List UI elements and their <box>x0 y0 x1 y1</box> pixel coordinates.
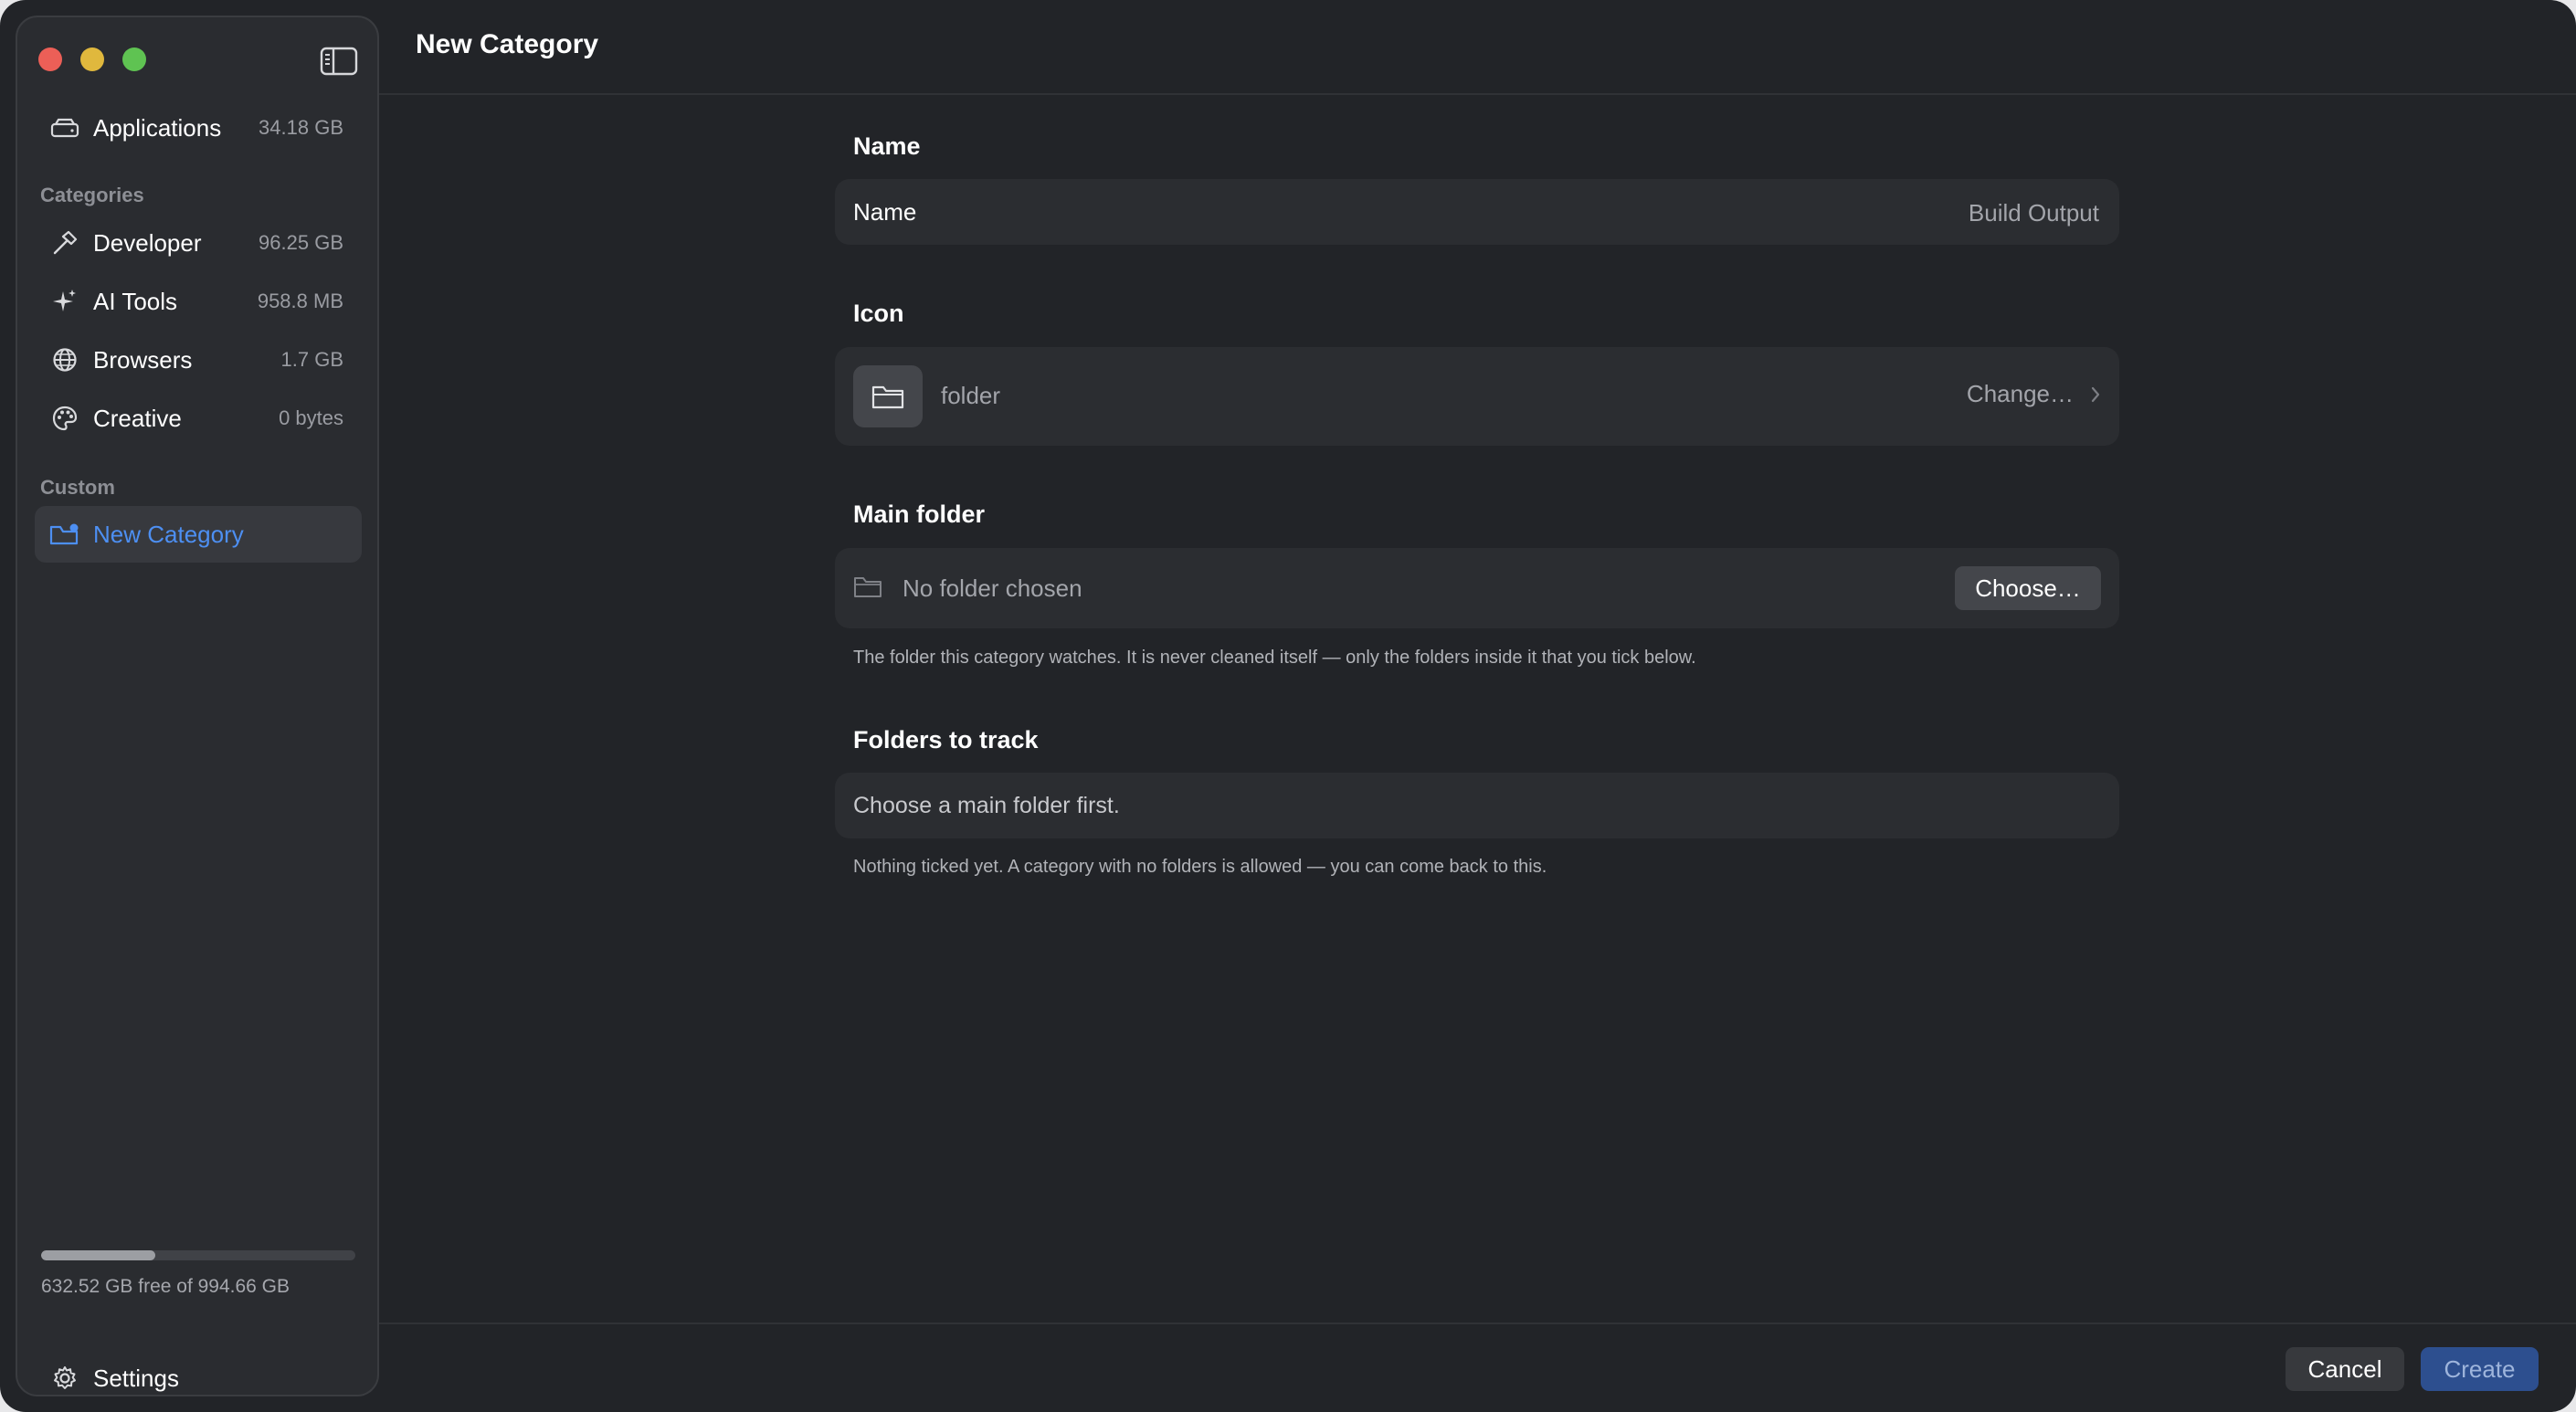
custom-heading: Custom <box>40 476 115 499</box>
main-folder-section-label: Main folder <box>853 501 986 528</box>
palette-icon <box>49 403 80 434</box>
app-window: Applications 34.18 GB Categories Develop… <box>0 0 2576 1412</box>
globe-icon <box>49 344 80 375</box>
sidebar-item-label: Developer <box>93 228 202 257</box>
name-field-label: Name <box>853 198 917 226</box>
sidebar-item-browsers[interactable]: Browsers 1.7 GB <box>35 332 362 388</box>
name-field-card: Name <box>835 179 2119 245</box>
main-folder-value: No folder chosen <box>903 574 1082 602</box>
track-message: Choose a main folder first. <box>853 793 1120 818</box>
change-icon-button[interactable]: Change… <box>1967 380 2101 408</box>
sidebar-item-size: 0 bytes <box>279 406 343 429</box>
change-icon-label: Change… <box>1966 380 2074 407</box>
settings-button[interactable]: Settings <box>35 1353 362 1404</box>
minimize-window-button[interactable] <box>80 47 104 71</box>
chevron-right-icon <box>2091 386 2100 402</box>
sidebar-item-size: 1.7 GB <box>280 348 343 371</box>
main-folder-help: The folder this category watches. It is … <box>853 648 1696 668</box>
drive-icon <box>49 112 80 143</box>
page-title: New Category <box>416 29 599 59</box>
folder-icon <box>854 577 882 597</box>
track-help: Nothing ticked yet. A category with no f… <box>853 857 1547 877</box>
cancel-button[interactable]: Cancel <box>2286 1347 2404 1391</box>
icon-picker-card: folder Change… <box>835 347 2119 446</box>
sidebar-item-label: Browsers <box>93 345 193 374</box>
name-section-label: Name <box>853 132 921 160</box>
folder-icon <box>853 365 923 427</box>
icon-section-label: Icon <box>853 300 904 327</box>
storage-bar <box>41 1250 355 1260</box>
folder-badge-icon <box>49 519 80 550</box>
sidebar-item-applications[interactable]: Applications 34.18 GB <box>35 100 362 156</box>
gear-icon <box>49 1363 80 1394</box>
sidebar-item-size: 96.25 GB <box>259 231 343 254</box>
storage-text: 632.52 GB free of 994.66 GB <box>41 1276 290 1297</box>
sidebar-item-ai-tools[interactable]: AI Tools 958.8 MB <box>35 273 362 330</box>
sidebar-item-label: New Category <box>93 520 244 548</box>
sidebar-item-label: Applications <box>93 113 222 142</box>
folders-to-track-card: Choose a main folder first. <box>835 773 2119 838</box>
sidebar-item-label: Creative <box>93 404 182 432</box>
close-window-button[interactable] <box>38 47 62 71</box>
choose-folder-button[interactable]: Choose… <box>1955 566 2101 610</box>
header-divider <box>379 93 2576 95</box>
sidebar-item-developer[interactable]: Developer 96.25 GB <box>35 215 362 271</box>
maximize-window-button[interactable] <box>122 47 146 71</box>
track-section-label: Folders to track <box>853 726 1039 753</box>
sidebar-item-size: 958.8 MB <box>257 290 343 312</box>
sidebar-toggle-icon[interactable] <box>320 47 358 76</box>
icon-name: folder <box>941 382 1001 409</box>
main-folder-card: No folder chosen Choose… <box>835 548 2119 628</box>
sidebar-item-creative[interactable]: Creative 0 bytes <box>35 390 362 447</box>
name-input[interactable] <box>1458 194 2101 232</box>
settings-label: Settings <box>93 1364 179 1392</box>
create-button[interactable]: Create <box>2421 1347 2539 1391</box>
footer-divider <box>379 1322 2576 1324</box>
storage-bar-fill <box>41 1250 156 1260</box>
sparkles-icon <box>49 286 80 317</box>
categories-heading: Categories <box>40 184 144 206</box>
sidebar-item-new-category[interactable]: New Category <box>35 506 362 563</box>
sidebar: Applications 34.18 GB Categories Develop… <box>16 16 379 1396</box>
sidebar-item-size: 34.18 GB <box>259 116 343 139</box>
sidebar-item-label: AI Tools <box>93 287 178 315</box>
hammer-icon <box>49 227 80 258</box>
